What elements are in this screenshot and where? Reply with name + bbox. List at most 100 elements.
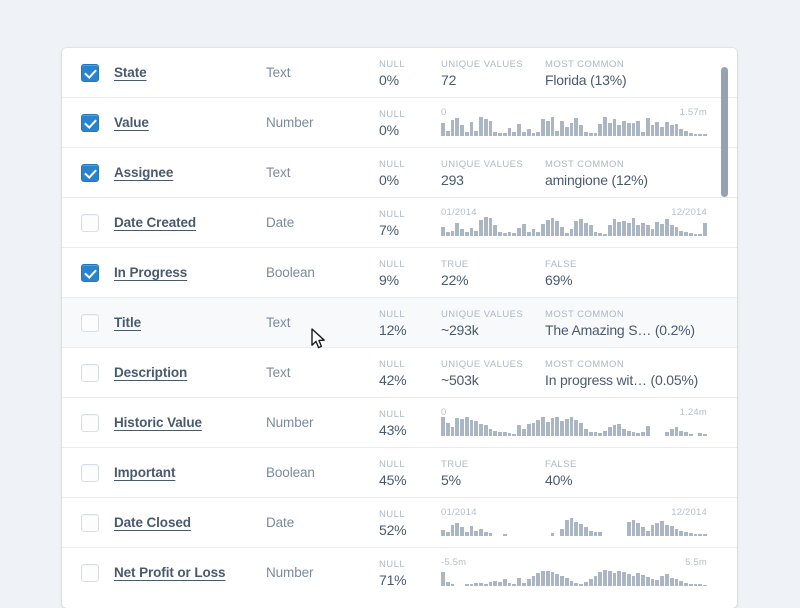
stat-null-value: 9%	[379, 271, 399, 288]
histogram-bar	[650, 525, 655, 536]
histogram-bar	[502, 431, 507, 436]
histogram-bar	[555, 130, 560, 136]
checkbox-cell	[62, 213, 114, 232]
field-select-checkbox[interactable]	[81, 63, 99, 82]
histogram-bar	[455, 222, 460, 236]
histogram-bar	[631, 575, 636, 586]
histogram-bar	[679, 128, 684, 136]
field-name-link[interactable]: Net Profit or Loss	[114, 565, 226, 580]
field-select-checkbox[interactable]	[81, 463, 99, 482]
histogram-bar	[502, 533, 507, 536]
histogram-bar	[612, 573, 617, 586]
field-name-link[interactable]: Value	[114, 115, 149, 130]
field-select-checkbox[interactable]	[81, 113, 99, 132]
histogram-bar	[588, 224, 593, 236]
field-type-cell: Number	[266, 414, 379, 432]
histogram-bar	[645, 225, 650, 236]
stat-unique-values-label: UNIQUE VALUES	[441, 358, 524, 370]
checkbox-cell	[62, 263, 114, 282]
histogram-bar	[479, 582, 483, 586]
histogram-bar	[474, 230, 479, 236]
histogram-bar	[488, 582, 493, 586]
stat-most-common-value: amingione (12%)	[545, 172, 648, 188]
histogram-bar	[664, 574, 669, 586]
histogram-bar	[588, 579, 593, 586]
histogram-bar	[684, 130, 688, 136]
histogram-bar	[517, 577, 522, 586]
histogram-bar	[631, 218, 636, 236]
histogram-bar	[684, 582, 688, 586]
histogram-bar	[493, 132, 498, 136]
field-type-label: Date	[266, 214, 295, 230]
field-select-checkbox[interactable]	[81, 513, 99, 532]
histogram-bar	[555, 574, 560, 586]
histogram-bar	[469, 228, 474, 236]
histogram-bar	[698, 134, 703, 136]
field-select-checkbox[interactable]	[81, 413, 99, 432]
histogram-bar	[574, 521, 579, 536]
histogram-bar	[574, 220, 579, 236]
histogram-bar	[607, 427, 612, 436]
field-name-link[interactable]: Important	[114, 465, 175, 480]
histogram-bar	[450, 230, 455, 236]
stat-most-common-label: MOST COMMON	[545, 58, 625, 70]
field-name-link[interactable]: Title	[114, 315, 141, 330]
field-select-checkbox[interactable]	[81, 363, 99, 382]
field-select-checkbox[interactable]	[81, 163, 99, 182]
histogram-bar	[583, 222, 588, 236]
histogram-bar	[512, 433, 517, 436]
stat-unique-values-value: 72	[441, 71, 457, 88]
table-row: Date Closed Date NULL 52% 01/2014 12/2014	[62, 498, 737, 548]
histogram-bar	[545, 421, 550, 436]
histogram-bar	[598, 433, 603, 436]
scrollbar-thumb[interactable]	[721, 66, 728, 198]
field-type-cell: Text	[266, 64, 379, 82]
histogram-bar	[626, 521, 631, 536]
field-type-label: Number	[266, 114, 314, 130]
field-name-link[interactable]: State	[114, 65, 147, 80]
histogram-bar	[617, 124, 622, 136]
histogram-bar	[679, 430, 684, 436]
histogram-bar	[474, 583, 479, 586]
histogram-bar	[631, 432, 636, 436]
histogram-bar	[598, 233, 603, 236]
histogram-bar	[703, 434, 707, 436]
histogram-bar	[603, 569, 607, 586]
histogram-bar	[502, 132, 507, 136]
histogram-bar	[703, 534, 707, 536]
histogram-bar	[693, 533, 698, 536]
histogram-bar	[679, 581, 684, 586]
histogram-bar	[688, 233, 693, 236]
histogram-bar	[631, 122, 636, 136]
histogram-bar	[464, 531, 469, 536]
field-name-cell: Date Closed	[114, 514, 266, 532]
histogram-bar	[650, 578, 655, 586]
histogram-bar	[617, 570, 622, 586]
field-name-link[interactable]: In Progress	[114, 265, 187, 280]
field-name-link[interactable]: Date Closed	[114, 515, 191, 530]
histogram-bar	[636, 573, 641, 586]
field-select-checkbox[interactable]	[81, 564, 99, 582]
stat-null-value: 71%	[379, 572, 407, 588]
histogram-bar	[574, 420, 579, 436]
histogram-bar	[698, 433, 703, 436]
histogram-bar	[645, 530, 650, 536]
stat-histogram: 0 1.57m	[441, 98, 737, 148]
field-select-checkbox[interactable]	[81, 263, 99, 282]
histogram-bar	[531, 422, 536, 436]
field-select-checkbox[interactable]	[81, 313, 99, 332]
scrollbar-track[interactable]	[721, 56, 728, 600]
field-select-checkbox[interactable]	[81, 213, 99, 232]
stat-null: NULL 0%	[379, 58, 441, 88]
histogram-bar	[564, 577, 569, 586]
field-name-link[interactable]: Description	[114, 365, 187, 380]
field-name-cell: State	[114, 64, 266, 82]
histogram-bar	[693, 584, 698, 586]
stat-unique-values-label: UNIQUE VALUES	[441, 58, 524, 70]
field-name-link[interactable]: Assignee	[114, 165, 173, 180]
histogram-bar	[550, 418, 555, 436]
field-name-link[interactable]: Date Created	[114, 215, 196, 230]
table-row: Net Profit or Loss Number NULL 71% -5.5m 5.5m	[62, 548, 737, 598]
field-name-link[interactable]: Historic Value	[114, 415, 202, 430]
histogram-bar	[517, 228, 522, 236]
